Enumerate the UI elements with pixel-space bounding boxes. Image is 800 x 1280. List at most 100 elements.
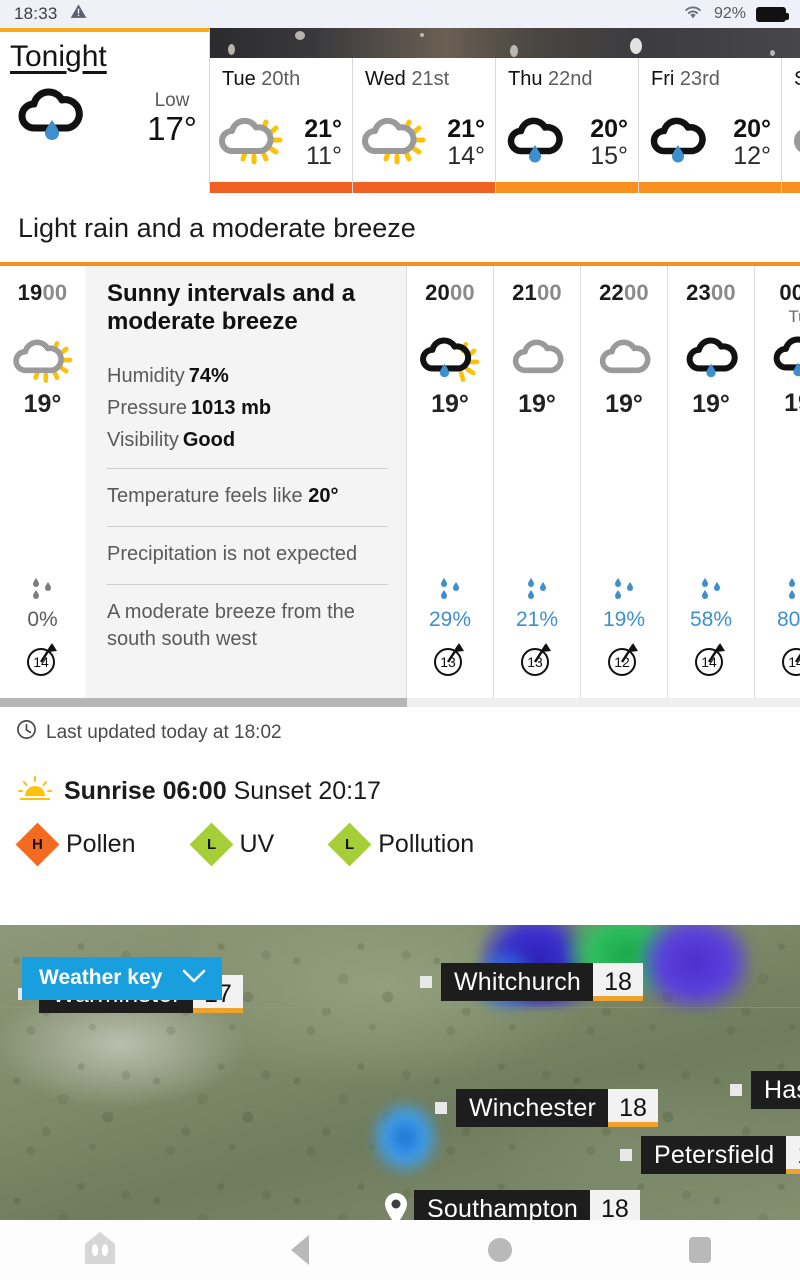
detail-stat-row: Pressure 1013 mb xyxy=(107,396,272,419)
cloud-icon xyxy=(595,336,653,386)
hour-time-selected: 1900 xyxy=(17,280,68,305)
svg-text:14: 14 xyxy=(701,654,717,670)
hourly-forecast-section: 1900 19° 0% 14 Sunny intervals and a mod… xyxy=(0,262,800,707)
hour-detail-panel: Sunny intervals and a moderate breeze Hu… xyxy=(85,266,407,698)
svg-text:13: 13 xyxy=(440,654,456,670)
radar-blob-small xyxy=(370,1100,440,1175)
day-card-1[interactable]: Wed 21st 21° 14° xyxy=(353,58,496,193)
day-bar-1 xyxy=(353,182,495,193)
raindrops-icon xyxy=(609,576,639,605)
status-bar-right: 92% xyxy=(682,3,789,25)
sun-cloud-icon xyxy=(361,113,427,174)
hour-column-0000[interactable]: 000 Tu 19 80% xyxy=(755,266,800,698)
hourly-columns[interactable]: 1900 19° 0% 14 Sunny intervals and a mod… xyxy=(0,266,800,698)
wind-arrow-icon: 12 xyxy=(602,637,646,684)
wind-arrow-icon: 14 xyxy=(21,637,65,684)
day-card-0[interactable]: Tue 20th 21° 11° xyxy=(210,58,353,193)
hour-precip-pct-selected: 0% xyxy=(27,608,58,631)
day-label-2: Thu 22nd xyxy=(508,68,593,90)
pollution-level-icon: L xyxy=(327,822,372,867)
hour-precip-2100: 21% xyxy=(516,576,558,632)
daily-forecast-strip[interactable]: Tue 20th 21° 11° Wed 21st 21° 14° Thu 22… xyxy=(210,28,800,193)
pollution-label: Pollution xyxy=(378,830,475,858)
hour-column-2200[interactable]: 2200 19° 19% 12 xyxy=(581,266,668,698)
map-marker-square xyxy=(420,976,432,988)
hour-precip-pct-2000: 29% xyxy=(428,608,472,631)
hour-precip-2300: 58% xyxy=(690,576,732,632)
location-pin-icon xyxy=(382,1192,410,1220)
svg-text:14: 14 xyxy=(788,654,800,670)
status-bar-left: 18:33 xyxy=(14,3,87,25)
day-card-2[interactable]: Thu 22nd 20° 15° xyxy=(496,58,639,193)
map-label-petersfield[interactable]: Petersfield 18 xyxy=(620,1136,800,1174)
hour-precip-2200: 19% xyxy=(603,576,645,632)
nav-home-button[interactable] xyxy=(400,1238,600,1262)
last-updated-row: Last updated today at 18:02 xyxy=(0,707,800,746)
hour-temp-2200: 19° xyxy=(605,390,643,418)
radar-blob-violet xyxy=(640,925,750,1010)
home-circle-icon xyxy=(488,1238,512,1262)
tonight-low-value: 17° xyxy=(147,109,197,147)
daily-columns: Tue 20th 21° 11° Wed 21st 21° 14° Thu 22… xyxy=(210,58,800,193)
wind-arrow-icon: 13 xyxy=(515,637,559,684)
weather-key-button[interactable]: Weather key xyxy=(22,957,223,1000)
pollen-label: Pollen xyxy=(66,830,136,858)
hourly-scrollbar[interactable] xyxy=(0,698,800,707)
uv-index[interactable]: L UV xyxy=(189,822,274,867)
tonight-card[interactable]: Tonight Low 17° xyxy=(0,28,210,193)
hour-column-selected[interactable]: 1900 19° 0% 14 xyxy=(0,266,85,698)
map-label-has[interactable]: Has xyxy=(730,1071,800,1109)
pollen-index[interactable]: H Pollen xyxy=(15,822,136,867)
chevron-down-icon xyxy=(182,966,206,990)
tonight-title: Tonight xyxy=(10,40,107,73)
nav-home-shortcut[interactable] xyxy=(0,1230,200,1271)
nav-back-button[interactable] xyxy=(200,1235,400,1265)
hour-precip-pct-2100: 21% xyxy=(515,608,559,631)
raindrops-icon xyxy=(435,576,465,605)
header-photo-banner xyxy=(210,28,800,58)
tonight-body: Low 17° xyxy=(0,84,209,151)
uv-level-icon: L xyxy=(189,822,233,867)
hour-column-2100[interactable]: 2100 19° 21% 13 xyxy=(494,266,581,698)
status-bar-clock: 18:33 xyxy=(14,4,58,23)
forecast-headline: Light rain and a moderate breeze xyxy=(0,193,800,262)
day-bar-3 xyxy=(639,182,781,193)
sunrise-icon xyxy=(18,776,52,807)
day-bar-2 xyxy=(496,182,638,193)
map-label-southampton[interactable]: Southampton 18 xyxy=(382,1190,640,1220)
day-high-3: 20° xyxy=(733,115,771,143)
hour-precip-pct-2200: 19% xyxy=(602,608,646,631)
cloud-rain-icon xyxy=(504,113,564,174)
hour-column-2000[interactable]: 2000 19° 29% 13 xyxy=(407,266,494,698)
tonight-low-label: Low xyxy=(154,89,190,111)
cloud-rain-icon xyxy=(12,84,92,151)
hour-temp-2100: 19° xyxy=(518,390,556,418)
hour-precip-0000: 80% xyxy=(777,576,800,632)
day-card-4[interactable]: S xyxy=(782,58,800,193)
hour-precip-selected: 0% xyxy=(27,576,58,632)
hour-time-2100: 2100 xyxy=(512,280,562,305)
hour-column-2300[interactable]: 2300 19° 58% 14 xyxy=(668,266,755,698)
hour-daylabel-0000: Tu xyxy=(788,307,800,326)
sunrise-sunset-text: Sunrise 06:00 Sunset 20:17 xyxy=(64,777,381,805)
hour-time-2200: 2200 xyxy=(599,280,649,305)
cloud-rain-icon xyxy=(647,113,707,174)
map-label-whitchurch[interactable]: Whitchurch 18 xyxy=(420,963,644,1001)
pollution-index[interactable]: L Pollution xyxy=(327,822,475,867)
day-high-2: 20° xyxy=(590,115,628,143)
last-updated-text: Last updated today at 18:02 xyxy=(46,721,282,743)
svg-text:12: 12 xyxy=(614,654,630,670)
svg-text:13: 13 xyxy=(527,654,543,670)
clock-icon xyxy=(16,719,37,746)
hourly-scrollbar-thumb[interactable] xyxy=(0,698,407,707)
raindrops-icon xyxy=(27,576,57,605)
day-bar-4 xyxy=(782,182,800,193)
hour-temp-0000: 19 xyxy=(784,389,800,417)
android-status-bar: 18:33 92% xyxy=(0,0,800,28)
detail-stat-row: Visibility Good xyxy=(107,428,236,451)
nav-recents-button[interactable] xyxy=(600,1237,800,1263)
day-low-2: 15° xyxy=(590,142,628,170)
map-label-winchester[interactable]: Winchester 18 xyxy=(435,1089,659,1127)
battery-full-icon xyxy=(756,6,789,22)
day-card-3[interactable]: Fri 23rd 20° 12° xyxy=(639,58,782,193)
